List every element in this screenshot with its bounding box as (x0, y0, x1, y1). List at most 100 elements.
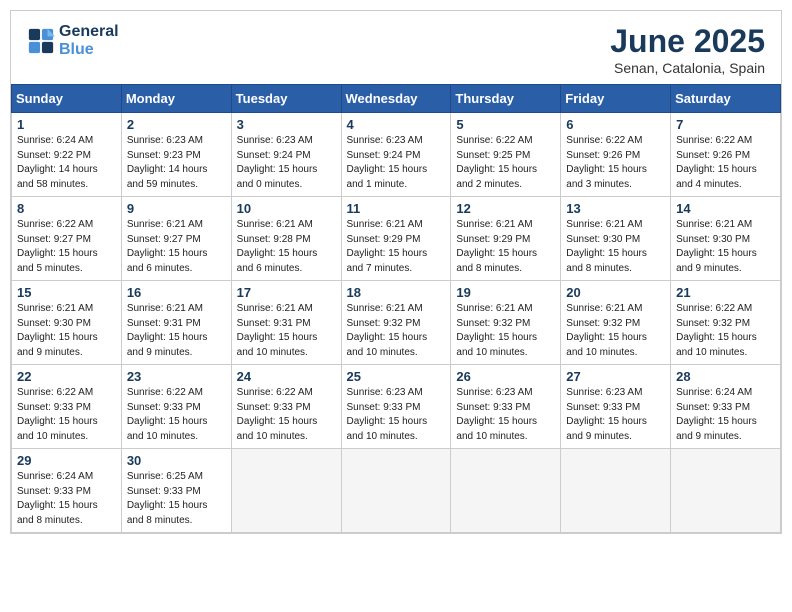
day-number: 19 (456, 285, 555, 300)
calendar-cell (451, 449, 561, 533)
logo-line2: Blue (59, 41, 119, 59)
day-info: Sunrise: 6:24 AMSunset: 9:33 PMDaylight:… (17, 470, 116, 528)
day-info: Sunrise: 6:21 AMSunset: 9:31 PMDaylight:… (127, 302, 226, 360)
calendar-cell: 23 Sunrise: 6:22 AMSunset: 9:33 PMDayligh… (121, 365, 231, 449)
day-number: 13 (566, 201, 665, 216)
header-sunday: Sunday (12, 85, 122, 113)
day-number: 6 (566, 117, 665, 132)
day-info: Sunrise: 6:21 AMSunset: 9:32 PMDaylight:… (456, 302, 555, 360)
calendar-cell: 11 Sunrise: 6:21 AMSunset: 9:29 PMDayligh… (341, 197, 451, 281)
day-info: Sunrise: 6:21 AMSunset: 9:32 PMDaylight:… (347, 302, 446, 360)
calendar-cell: 20 Sunrise: 6:21 AMSunset: 9:32 PMDayligh… (561, 281, 671, 365)
calendar-week-2: 8 Sunrise: 6:22 AMSunset: 9:27 PMDaylight… (12, 197, 781, 281)
logo: General Blue (27, 23, 119, 58)
day-info: Sunrise: 6:25 AMSunset: 9:33 PMDaylight:… (127, 470, 226, 528)
calendar-cell: 19 Sunrise: 6:21 AMSunset: 9:32 PMDayligh… (451, 281, 561, 365)
day-info: Sunrise: 6:23 AMSunset: 9:23 PMDaylight:… (127, 134, 226, 192)
calendar-week-1: 1 Sunrise: 6:24 AMSunset: 9:22 PMDaylight… (12, 113, 781, 197)
calendar-cell: 30Sunrise: 6:25 AMSunset: 9:33 PMDayligh… (121, 449, 231, 533)
day-info: Sunrise: 6:23 AMSunset: 9:24 PMDaylight:… (347, 134, 446, 192)
day-info: Sunrise: 6:21 AMSunset: 9:29 PMDaylight:… (347, 218, 446, 276)
header-monday: Monday (121, 85, 231, 113)
logo-text: General Blue (59, 23, 119, 58)
day-info: Sunrise: 6:21 AMSunset: 9:30 PMDaylight:… (566, 218, 665, 276)
day-info: Sunrise: 6:23 AMSunset: 9:33 PMDaylight:… (456, 386, 555, 444)
calendar-cell: 21 Sunrise: 6:22 AMSunset: 9:32 PMDayligh… (671, 281, 781, 365)
day-number: 1 (17, 117, 116, 132)
day-number: 16 (127, 285, 226, 300)
header-wednesday: Wednesday (341, 85, 451, 113)
calendar-week-5: 29 Sunrise: 6:24 AMSunset: 9:33 PMDayligh… (12, 449, 781, 533)
day-number: 5 (456, 117, 555, 132)
header-tuesday: Tuesday (231, 85, 341, 113)
calendar-cell (671, 449, 781, 533)
day-number: 21 (676, 285, 775, 300)
day-number: 7 (676, 117, 775, 132)
day-info: Sunrise: 6:22 AMSunset: 9:26 PMDaylight:… (566, 134, 665, 192)
calendar-cell: 16 Sunrise: 6:21 AMSunset: 9:31 PMDayligh… (121, 281, 231, 365)
header-thursday: Thursday (451, 85, 561, 113)
day-number: 4 (347, 117, 446, 132)
day-info: Sunrise: 6:24 AMSunset: 9:33 PMDaylight:… (676, 386, 775, 444)
day-number: 9 (127, 201, 226, 216)
month-year: June 2025 (610, 23, 765, 60)
day-info: Sunrise: 6:21 AMSunset: 9:32 PMDaylight:… (566, 302, 665, 360)
day-number: 14 (676, 201, 775, 216)
calendar-cell: 17Sunrise: 6:21 AMSunset: 9:31 PMDayligh… (231, 281, 341, 365)
calendar-cell: 2Sunrise: 6:23 AMSunset: 9:23 PMDaylight… (121, 113, 231, 197)
calendar-cell: 25 Sunrise: 6:23 AMSunset: 9:33 PMDayligh… (341, 365, 451, 449)
day-number: 22 (17, 369, 116, 384)
calendar-cell: 13 Sunrise: 6:21 AMSunset: 9:30 PMDayligh… (561, 197, 671, 281)
calendar-page: General Blue June 2025 Senan, Catalonia,… (10, 10, 782, 534)
calendar-cell: 7 Sunrise: 6:22 AMSunset: 9:26 PMDaylight… (671, 113, 781, 197)
calendar-cell: 29 Sunrise: 6:24 AMSunset: 9:33 PMDayligh… (12, 449, 122, 533)
day-number: 29 (17, 453, 116, 468)
day-number: 3 (237, 117, 336, 132)
title-block: June 2025 Senan, Catalonia, Spain (610, 23, 765, 76)
day-info: Sunrise: 6:23 AMSunset: 9:33 PMDaylight:… (566, 386, 665, 444)
day-info: Sunrise: 6:22 AMSunset: 9:33 PMDaylight:… (127, 386, 226, 444)
day-number: 11 (347, 201, 446, 216)
day-number: 10 (237, 201, 336, 216)
calendar-cell: 22Sunrise: 6:22 AMSunset: 9:33 PMDayligh… (12, 365, 122, 449)
calendar-table: SundayMondayTuesdayWednesdayThursdayFrid… (11, 84, 781, 533)
day-number: 25 (347, 369, 446, 384)
calendar-cell (341, 449, 451, 533)
calendar-cell: 3 Sunrise: 6:23 AMSunset: 9:24 PMDaylight… (231, 113, 341, 197)
day-number: 8 (17, 201, 116, 216)
day-number: 20 (566, 285, 665, 300)
day-number: 12 (456, 201, 555, 216)
calendar-cell: 9 Sunrise: 6:21 AMSunset: 9:27 PMDaylight… (121, 197, 231, 281)
day-number: 26 (456, 369, 555, 384)
day-number: 15 (17, 285, 116, 300)
day-number: 23 (127, 369, 226, 384)
day-info: Sunrise: 6:21 AMSunset: 9:30 PMDaylight:… (676, 218, 775, 276)
calendar-cell: 26 Sunrise: 6:23 AMSunset: 9:33 PMDayligh… (451, 365, 561, 449)
calendar-cell: 27 Sunrise: 6:23 AMSunset: 9:33 PMDayligh… (561, 365, 671, 449)
header-friday: Friday (561, 85, 671, 113)
logo-icon (27, 27, 55, 55)
day-info: Sunrise: 6:22 AMSunset: 9:27 PMDaylight:… (17, 218, 116, 276)
day-number: 27 (566, 369, 665, 384)
day-info: Sunrise: 6:21 AMSunset: 9:31 PMDaylight:… (237, 302, 336, 360)
day-info: Sunrise: 6:22 AMSunset: 9:25 PMDaylight:… (456, 134, 555, 192)
calendar-cell: 14 Sunrise: 6:21 AMSunset: 9:30 PMDayligh… (671, 197, 781, 281)
calendar-cell: 6 Sunrise: 6:22 AMSunset: 9:26 PMDaylight… (561, 113, 671, 197)
day-info: Sunrise: 6:22 AMSunset: 9:33 PMDaylight:… (237, 386, 336, 444)
day-info: Sunrise: 6:21 AMSunset: 9:27 PMDaylight:… (127, 218, 226, 276)
header: General Blue June 2025 Senan, Catalonia,… (11, 11, 781, 84)
day-info: Sunrise: 6:22 AMSunset: 9:26 PMDaylight:… (676, 134, 775, 192)
day-number: 18 (347, 285, 446, 300)
day-info: Sunrise: 6:23 AMSunset: 9:24 PMDaylight:… (237, 134, 336, 192)
day-info: Sunrise: 6:24 AMSunset: 9:22 PMDaylight:… (17, 134, 116, 192)
day-info: Sunrise: 6:21 AMSunset: 9:29 PMDaylight:… (456, 218, 555, 276)
day-info: Sunrise: 6:22 AMSunset: 9:32 PMDaylight:… (676, 302, 775, 360)
day-info: Sunrise: 6:21 AMSunset: 9:28 PMDaylight:… (237, 218, 336, 276)
day-info: Sunrise: 6:21 AMSunset: 9:30 PMDaylight:… (17, 302, 116, 360)
day-info: Sunrise: 6:23 AMSunset: 9:33 PMDaylight:… (347, 386, 446, 444)
calendar-cell: 5 Sunrise: 6:22 AMSunset: 9:25 PMDaylight… (451, 113, 561, 197)
day-number: 24 (237, 369, 336, 384)
header-saturday: Saturday (671, 85, 781, 113)
day-number: 28 (676, 369, 775, 384)
calendar-cell: 12 Sunrise: 6:21 AMSunset: 9:29 PMDayligh… (451, 197, 561, 281)
